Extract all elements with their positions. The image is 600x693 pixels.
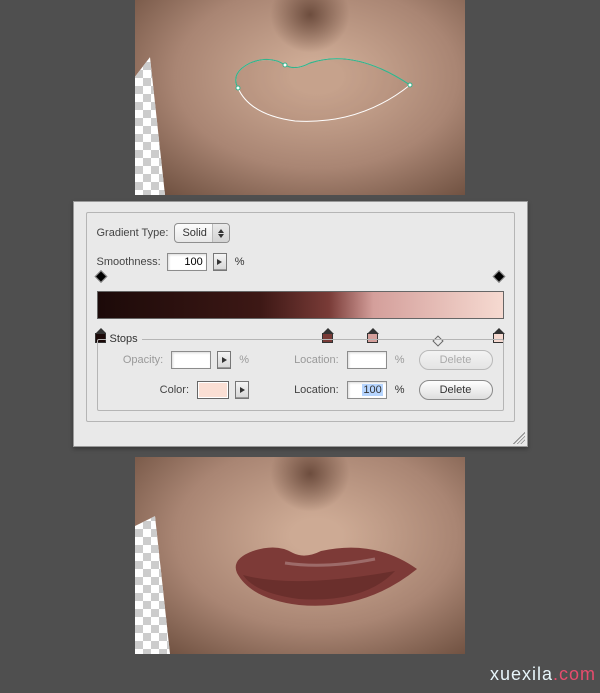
color-label: Color: bbox=[160, 384, 191, 396]
color-location-label: Location: bbox=[294, 384, 341, 396]
resize-grip-icon[interactable] bbox=[513, 432, 525, 444]
smoothness-stepper[interactable] bbox=[213, 253, 227, 271]
updown-arrows-icon bbox=[212, 224, 229, 242]
image-preview-top bbox=[135, 0, 465, 195]
opacity-input[interactable] bbox=[171, 351, 211, 369]
opacity-location-unit: % bbox=[395, 354, 405, 366]
stops-legend: Stops bbox=[106, 333, 142, 345]
opacity-stop-left[interactable] bbox=[95, 271, 106, 282]
gradient-type-label: Gradient Type: bbox=[97, 227, 169, 239]
lips-result bbox=[225, 545, 420, 615]
gradient-bar[interactable] bbox=[97, 291, 504, 319]
watermark: xuexila.com bbox=[490, 664, 596, 685]
delete-opacity-stop-button[interactable]: Delete bbox=[419, 350, 493, 370]
color-location-input[interactable]: 100 bbox=[347, 381, 387, 399]
smoothness-label: Smoothness: bbox=[97, 256, 161, 268]
gradient-ramp-area bbox=[97, 281, 504, 335]
gradient-type-select[interactable]: Solid bbox=[174, 223, 230, 243]
opacity-location-input[interactable] bbox=[347, 351, 387, 369]
opacity-stepper[interactable] bbox=[217, 351, 231, 369]
gradient-type-value: Solid bbox=[182, 227, 206, 239]
gradient-editor-panel: Gradient Type: Solid Smoothness: % bbox=[73, 201, 528, 447]
selection-path bbox=[220, 53, 420, 128]
opacity-unit: % bbox=[239, 354, 249, 366]
smoothness-input[interactable] bbox=[167, 253, 207, 271]
opacity-location-label: Location: bbox=[294, 354, 341, 366]
opacity-stop-right[interactable] bbox=[494, 271, 505, 282]
color-swatch-menu[interactable] bbox=[235, 381, 249, 399]
color-swatch[interactable] bbox=[197, 381, 229, 399]
opacity-label: Opacity: bbox=[123, 354, 165, 366]
color-location-unit: % bbox=[395, 384, 405, 396]
delete-color-stop-button[interactable]: Delete bbox=[419, 380, 493, 400]
smoothness-unit: % bbox=[235, 256, 245, 268]
image-preview-bottom bbox=[135, 457, 465, 654]
